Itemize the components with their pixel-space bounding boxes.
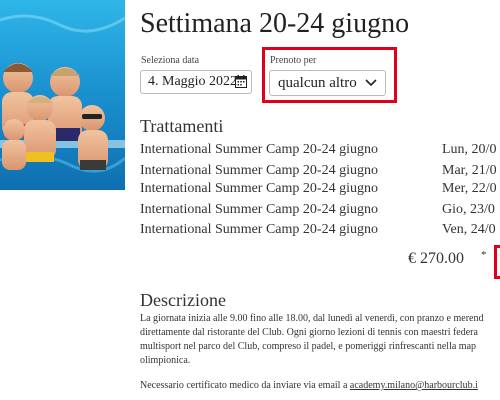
description-text: La giornata inizia alle 9.00 fino alle 1… bbox=[140, 312, 500, 368]
medical-certificate-note: Necessario certificato medico da inviare… bbox=[140, 380, 478, 391]
treatment-name: International Summer Camp 20-24 giugno bbox=[140, 181, 378, 196]
price-asterisk: * bbox=[481, 249, 487, 261]
hero-image bbox=[0, 0, 125, 190]
treatment-name: International Summer Camp 20-24 giugno bbox=[140, 202, 378, 217]
booked-for-select[interactable]: qualcun altro bbox=[269, 70, 386, 96]
description-line: La giornata inizia alle 9.00 fino alle 1… bbox=[140, 313, 484, 324]
date-label: Seleziona data bbox=[141, 55, 200, 66]
description-line: multisport nel parco del Club, compreso … bbox=[140, 341, 477, 352]
date-picker-input[interactable]: 4. Maggio 2022 bbox=[140, 70, 252, 94]
treatment-date: Ven, 24/0 bbox=[442, 222, 496, 237]
email-link[interactable]: academy.milano@harbourclub.i bbox=[350, 380, 478, 391]
booked-for-value: qualcun altro bbox=[278, 75, 357, 91]
booked-for-label: Prenoto per bbox=[270, 55, 317, 66]
treatment-row: International Summer Camp 20-24 giugno V… bbox=[140, 222, 500, 242]
treatment-date: Mar, 21/0 bbox=[442, 163, 497, 178]
treatment-date: Mer, 22/0 bbox=[442, 181, 497, 196]
description-line: direttamente dal ristorante del Club. Og… bbox=[140, 327, 478, 338]
treatment-date: Lun, 20/0 bbox=[442, 142, 497, 157]
treatment-name: International Summer Camp 20-24 giugno bbox=[140, 222, 378, 237]
note-text: Necessario certificato medico da inviare… bbox=[140, 380, 350, 391]
description-line: olimpionica. bbox=[140, 355, 191, 366]
treatment-name: International Summer Camp 20-24 giugno bbox=[140, 142, 378, 157]
chevron-down-icon bbox=[365, 79, 377, 87]
treatment-row: International Summer Camp 20-24 giugno L… bbox=[140, 142, 500, 162]
calendar-icon[interactable] bbox=[235, 75, 247, 88]
treatment-row: International Summer Camp 20-24 giugno M… bbox=[140, 181, 500, 201]
treatment-name: International Summer Camp 20-24 giugno bbox=[140, 163, 378, 178]
treatment-row: International Summer Camp 20-24 giugno M… bbox=[140, 163, 500, 183]
description-heading: Descrizione bbox=[140, 290, 226, 310]
treatment-row: International Summer Camp 20-24 giugno G… bbox=[140, 202, 500, 222]
total-price: € 270.00 bbox=[408, 250, 464, 267]
date-value: 4. Maggio 2022 bbox=[148, 74, 238, 89]
treatments-heading: Trattamenti bbox=[140, 116, 224, 136]
page-title: Settimana 20-24 giugno bbox=[140, 8, 410, 39]
price-action-highlight bbox=[494, 245, 500, 279]
treatment-date: Gio, 23/0 bbox=[442, 202, 495, 217]
